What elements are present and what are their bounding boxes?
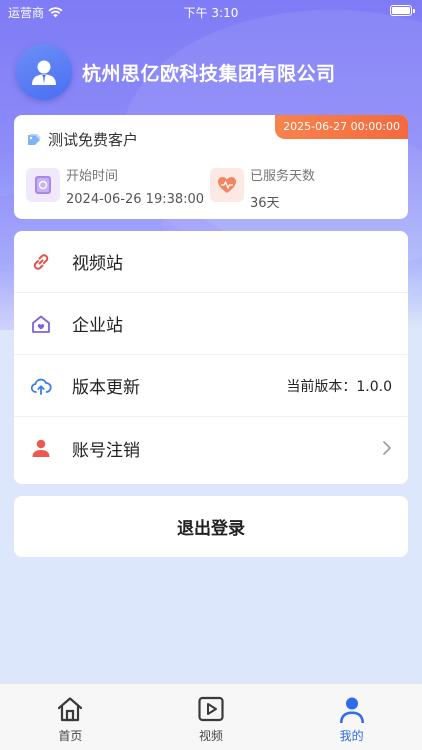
menu-item-version-update[interactable]: 版本更新 当前版本：1.0.0 (14, 355, 408, 417)
profile-icon (339, 697, 364, 723)
menu-item-label: 版本更新 (72, 378, 140, 398)
service-days-stat: 已服务天数 36天 (210, 165, 315, 211)
avatar[interactable] (16, 44, 72, 100)
service-days-value: 36天 (250, 196, 280, 211)
company-name: 杭州思亿欧科技集团有限公司 (82, 62, 336, 85)
user-avatar-icon (32, 60, 56, 85)
tag-icon (28, 133, 41, 145)
status-time: 下午 3:10 (183, 6, 239, 20)
tab-bar: 首页 视频 我的 (0, 683, 422, 750)
tab-mine[interactable]: 我的 (281, 684, 422, 750)
customer-card: 2025-06-27 00:00:00 测试免费客户 开始时间 2024-06-… (14, 115, 408, 219)
status-bar: 运营商 下午 3:10 (0, 0, 422, 24)
video-play-icon (198, 696, 224, 722)
logout-button[interactable]: 退出登录 (14, 496, 408, 557)
customer-type: 测试免费客户 (26, 129, 138, 150)
service-days-label: 已服务天数 (250, 169, 316, 184)
start-time-value: 2024-06-26 19:38:00 (66, 192, 205, 207)
start-time-stat: 开始时间 2024-06-26 19:38:00 (26, 165, 204, 207)
tab-label: 我的 (339, 729, 364, 743)
menu-item-label: 账号注销 (72, 440, 140, 461)
tab-label: 视频 (199, 729, 224, 743)
user-icon (30, 437, 52, 459)
battery-icon (390, 5, 415, 16)
chevron-right-icon (382, 417, 392, 479)
tab-label: 首页 (58, 729, 83, 743)
calendar-icon (26, 168, 60, 202)
profile-header: 杭州思亿欧科技集团有限公司 (16, 44, 336, 100)
menu-item-label: 视频站 (72, 254, 123, 274)
tab-home[interactable]: 首页 (0, 684, 141, 750)
expiry-date-badge: 2025-06-27 00:00:00 (275, 115, 408, 139)
customer-type-label: 测试免费客户 (48, 131, 139, 149)
menu-item-enterprise-site[interactable]: 企业站 (14, 293, 408, 355)
menu-item-label: 企业站 (72, 316, 123, 336)
menu-list: 视频站 企业站 版本更新 当前版本：1.0.0 账号注销 (14, 231, 408, 484)
home-icon (58, 697, 83, 722)
heart-icon (210, 168, 244, 202)
start-time-label: 开始时间 (66, 169, 119, 184)
menu-item-account-deletion[interactable]: 账号注销 (14, 417, 408, 479)
menu-item-video-site[interactable]: 视频站 (14, 231, 408, 293)
house-heart-icon (30, 313, 52, 335)
current-version: 当前版本：1.0.0 (286, 379, 392, 395)
link-icon (30, 251, 52, 273)
tab-video[interactable]: 视频 (141, 684, 282, 750)
cloud-upload-icon (30, 375, 52, 397)
